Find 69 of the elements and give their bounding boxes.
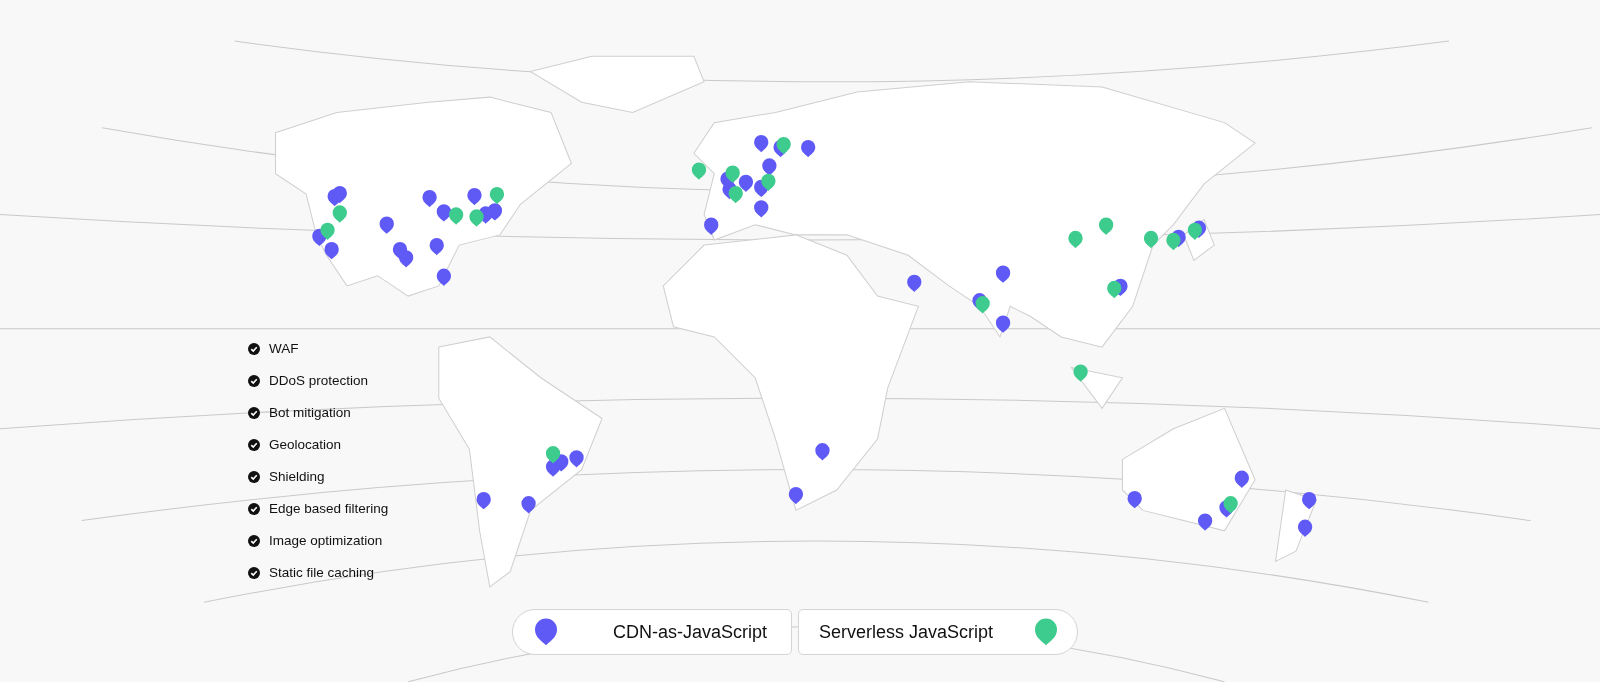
map-pin-icon [1033,617,1059,647]
map-pin [1197,513,1213,531]
feature-label: Bot mitigation [269,404,351,422]
map-pin [487,203,503,221]
map-pin [691,162,707,180]
check-circle-icon [248,503,260,515]
map-pin [754,134,769,153]
map-pin [754,200,769,218]
map-pin [1107,280,1122,299]
legend-label: Serverless JavaScript [819,620,994,644]
map-pin [521,496,536,514]
map-pin-icon [533,617,559,647]
map-pin [815,443,830,461]
feature-label: WAF [269,340,299,358]
map-pin [429,237,444,256]
map-pin [1166,232,1181,251]
check-circle-icon [248,343,260,355]
check-circle-icon [248,535,260,547]
map-pin [436,204,451,222]
legend-label: CDN-as-JavaScript [612,620,767,644]
map-pin [728,185,743,204]
map-pin [545,459,561,477]
map-pin [725,165,740,183]
map-pin [1073,364,1088,382]
map-pin [1187,222,1203,240]
map-pin [379,216,394,234]
map-pin [449,207,464,225]
feature-label: Edge based filtering [269,500,389,518]
map-pin [436,268,451,286]
map-pin [489,186,505,205]
feature-label: Shielding [269,468,325,486]
map-pin [327,188,342,207]
feature-label: DDoS protection [269,372,369,390]
map-pin [476,492,491,510]
map-pin [1223,496,1238,514]
map-pin [399,250,414,268]
map-pin [545,446,561,464]
map-pin [704,217,719,235]
map-pin [1302,492,1317,510]
map-pin [324,242,339,260]
map-pin [1099,217,1114,235]
map-pin [332,205,347,223]
map-pin [801,140,816,158]
map-pin [1234,470,1249,488]
feature-label: Image optimization [269,532,383,550]
map-pin [776,136,791,155]
map-pin [762,158,777,176]
feature-label: Geolocation [269,436,342,454]
map-pin [422,190,437,208]
check-circle-icon [248,567,260,579]
map-pin [995,315,1011,333]
map-pin [1127,491,1142,509]
feature-label: Static file caching [269,564,375,582]
map-pin [320,222,335,240]
map-pin [469,209,484,227]
map-pin [569,450,584,468]
map-pin [1297,519,1313,537]
map-pin [788,486,804,505]
map-pin [1143,230,1159,249]
check-circle-icon [248,407,260,419]
map-pin [995,265,1011,283]
map-pin [467,187,482,206]
check-circle-icon [248,439,260,451]
map-pin [761,173,776,191]
check-circle-icon [248,375,260,387]
check-circle-icon [248,471,260,483]
map-pin [1068,230,1083,249]
map-pin [907,274,922,292]
map-pin [738,174,754,192]
